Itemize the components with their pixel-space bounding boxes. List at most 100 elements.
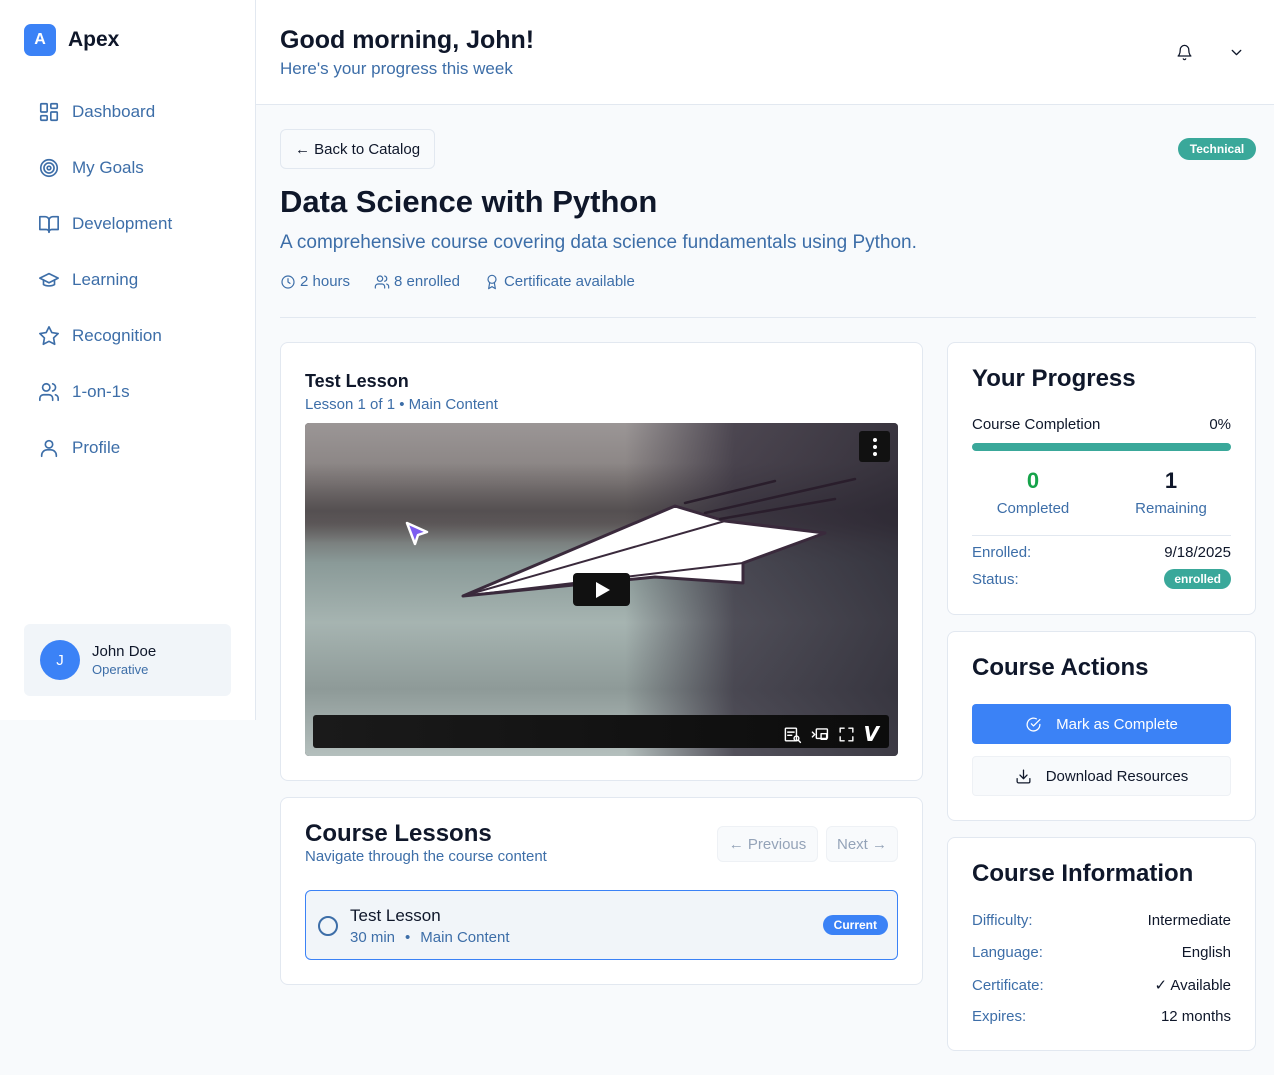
next-lesson-button[interactable]: Next → — [826, 826, 898, 862]
video-controls: V — [313, 715, 889, 748]
transcript-icon[interactable] — [783, 725, 802, 744]
book-icon — [39, 215, 59, 234]
certificate-row: Certificate: ✓ Available — [972, 976, 1231, 995]
cursor-icon — [405, 521, 429, 546]
sidebar-item-label: 1-on-1s — [72, 382, 130, 401]
clock-icon — [281, 274, 295, 289]
sidebar: A Apex Dashboard My Goals Development Le… — [0, 0, 256, 720]
target-icon — [39, 158, 59, 178]
sidebar-item-my-goals[interactable]: My Goals — [24, 140, 232, 196]
notifications-button[interactable] — [1172, 40, 1196, 64]
separator-dot: • — [405, 929, 411, 946]
course-duration-text: 2 hours — [300, 273, 351, 290]
video-control-icons: V — [775, 722, 879, 746]
course-description: A comprehensive course covering data sci… — [280, 232, 917, 253]
course-lessons-card: Course Lessons Navigate through the cour… — [280, 797, 923, 985]
bell-icon — [1176, 44, 1192, 60]
mark-complete-button[interactable]: Mark as Complete — [972, 704, 1231, 744]
sidebar-item-learning[interactable]: Learning — [24, 252, 232, 308]
video-menu-button[interactable] — [859, 431, 890, 462]
lesson-list-item[interactable]: Test Lesson 30 min • Main Content Curren… — [305, 890, 898, 960]
back-to-catalog-button[interactable]: ← Back to Catalog — [280, 129, 435, 169]
menu-dot — [872, 437, 877, 442]
expires-row: Expires: 12 months — [972, 1008, 1231, 1025]
sidebar-item-recognition[interactable]: Recognition — [24, 308, 232, 364]
completed-label: Completed — [996, 500, 1070, 517]
course-meta: 2 hours 8 enrolled Certificate available — [280, 273, 659, 290]
course-duration: 2 hours — [280, 273, 350, 290]
download-icon — [1016, 768, 1031, 784]
info-key: Difficulty: — [972, 912, 1033, 929]
user-info: John Doe Operative — [92, 643, 156, 677]
download-resources-label: Download Resources — [1045, 767, 1189, 785]
user-icon — [40, 439, 58, 458]
picture-in-picture-icon[interactable] — [810, 725, 829, 744]
lesson-title: Test Lesson — [305, 371, 409, 391]
lesson-status-circle-icon — [318, 916, 338, 936]
info-key: Expires: — [972, 1008, 1027, 1025]
course-actions-card: Course Actions Mark as Complete Download… — [947, 631, 1256, 821]
course-lessons-subtitle: Navigate through the course content — [305, 848, 547, 865]
lesson-subtitle: Lesson 1 of 1 • Main Content — [305, 396, 498, 413]
chevron-down-icon — [1231, 49, 1241, 55]
users-icon — [374, 274, 390, 289]
fullscreen-icon[interactable] — [837, 725, 856, 744]
sidebar-item-dashboard[interactable]: Dashboard — [24, 84, 232, 140]
info-value: English — [1181, 944, 1231, 961]
completed-count: 0 — [1026, 468, 1040, 493]
user-menu-button[interactable] — [1224, 40, 1248, 64]
vimeo-logo-icon[interactable]: V — [864, 722, 879, 746]
brand[interactable]: A Apex — [24, 24, 119, 56]
lesson-item-meta: 30 min • Main Content — [350, 929, 510, 946]
page-greeting: Good morning, John! — [280, 26, 535, 54]
difficulty-row: Difficulty: Intermediate — [972, 912, 1231, 929]
remaining-stat: 1 Remaining — [1111, 468, 1231, 517]
users-icon — [39, 382, 59, 402]
play-button[interactable] — [573, 573, 630, 606]
sidebar-item-label: Profile — [72, 438, 121, 457]
lesson-item-title: Test Lesson — [350, 906, 441, 925]
completion-percent: 0% — [1209, 416, 1231, 433]
sidebar-item-profile[interactable]: Profile — [24, 420, 232, 476]
user-name: John Doe — [92, 643, 157, 660]
completion-label: Course Completion — [972, 416, 1101, 433]
progress-heading: Your Progress — [972, 365, 1136, 392]
enrolled-date: 9/18/2025 — [1164, 544, 1231, 561]
sidebar-nav: Dashboard My Goals Development Learning … — [24, 84, 232, 476]
lesson-item-section: Main Content — [420, 929, 510, 946]
language-row: Language: English — [972, 944, 1231, 961]
menu-dot — [872, 444, 877, 449]
progress-card: Your Progress Course Completion 0% 0 Com… — [947, 342, 1256, 615]
lesson-player-card: Test Lesson Lesson 1 of 1 • Main Content… — [280, 342, 923, 781]
completed-stat: 0 Completed — [973, 468, 1093, 517]
mark-complete-label: Mark as Complete — [1056, 715, 1178, 733]
course-information-card: Course Information Difficulty: Intermedi… — [947, 837, 1256, 1051]
video-player[interactable]: V — [305, 423, 898, 756]
user-card[interactable]: J John Doe Operative — [24, 624, 231, 696]
divider — [280, 317, 1256, 318]
completion-progress-bar — [972, 443, 1231, 451]
current-badge: Current — [822, 915, 888, 935]
menu-dot — [872, 451, 877, 456]
course-enrolled-text: 8 enrolled — [394, 273, 460, 290]
info-value: ✓ Available — [1154, 977, 1231, 994]
sidebar-item-label: My Goals — [72, 158, 144, 177]
remaining-count: 1 — [1164, 468, 1178, 493]
brand-name: Apex — [68, 28, 120, 51]
sidebar-item-development[interactable]: Development — [24, 196, 232, 252]
enrolled-label: Enrolled: — [972, 544, 1032, 561]
lesson-item-duration: 30 min — [350, 929, 396, 946]
sidebar-item-label: Learning — [72, 270, 139, 289]
sidebar-item-one-on-ones[interactable]: 1-on-1s — [24, 364, 232, 420]
status-row: Status: enrolled — [972, 569, 1231, 589]
paper-plane-illustration — [461, 477, 857, 598]
avatar: J — [40, 640, 80, 680]
page-greeting-subtitle: Here's your progress this week — [280, 59, 513, 78]
user-role: Operative — [92, 662, 149, 677]
previous-lesson-button[interactable]: ← Previous — [717, 826, 818, 862]
status-badge: enrolled — [1164, 569, 1231, 589]
star-icon — [39, 326, 59, 346]
download-resources-button[interactable]: Download Resources — [972, 756, 1231, 796]
status-label: Status: — [972, 570, 1019, 588]
course-certificate: Certificate available — [484, 273, 635, 290]
